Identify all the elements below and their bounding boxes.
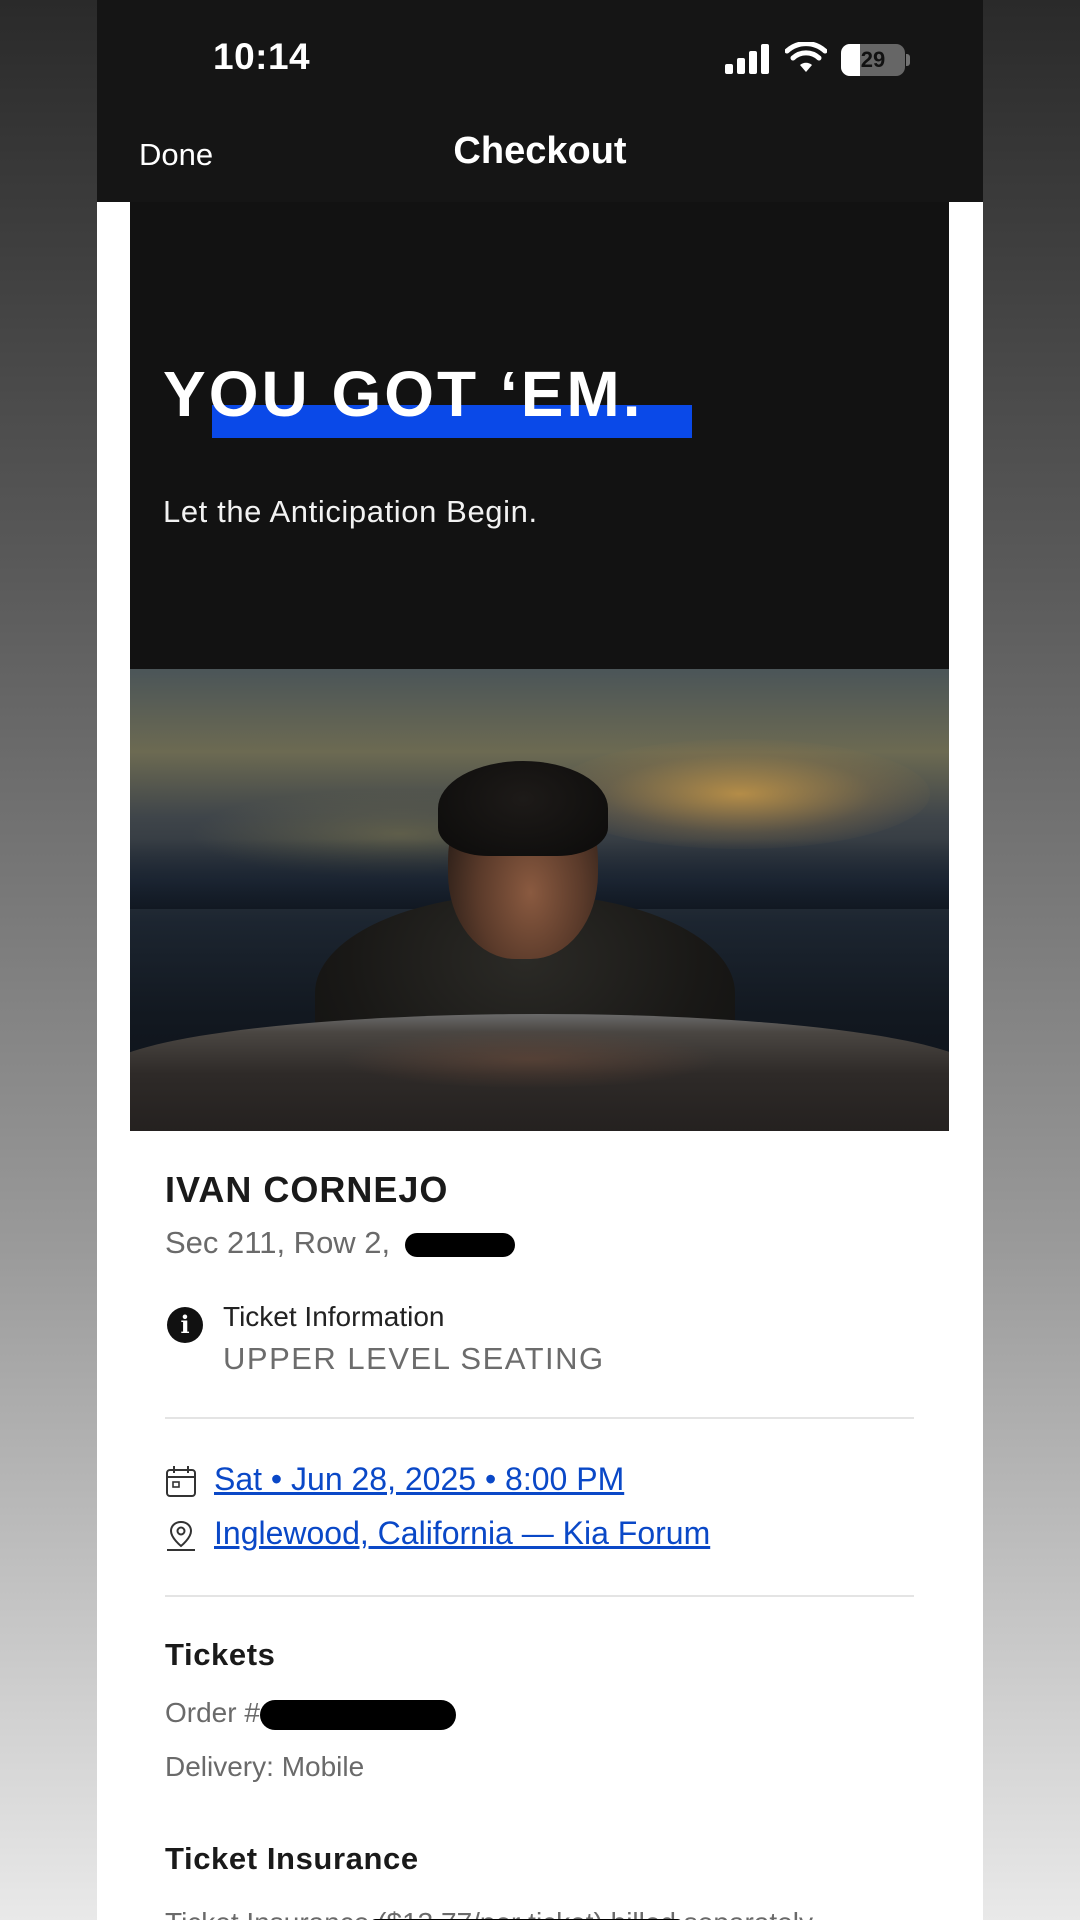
insurance-text-struck: ($13.77/per ticket) billed <box>371 1907 682 1920</box>
calendar-icon <box>166 1466 196 1497</box>
insurance-text-start: Ticket Insurance <box>165 1907 369 1920</box>
event-venue-row[interactable]: Inglewood, California — Kia Forum <box>165 1511 914 1565</box>
event-date-link[interactable]: Sat • Jun 28, 2025 • 8:00 PM <box>214 1461 624 1498</box>
divider <box>165 1417 914 1419</box>
seat-text: Sec 211, Row 2, <box>165 1225 391 1260</box>
artist-photo <box>130 669 949 1131</box>
photo-person-hair <box>438 761 608 856</box>
headline: YOU GOT ‘EM. <box>163 358 644 430</box>
ticket-information: i Ticket Information UPPER LEVEL SEATING <box>165 1301 914 1379</box>
ticket-info-value: UPPER LEVEL SEATING <box>223 1341 605 1376</box>
artist-name: IVAN CORNEJO <box>165 1169 449 1210</box>
event-venue-link[interactable]: Inglewood, California — Kia Forum <box>214 1515 710 1552</box>
page-title: Checkout <box>453 130 627 172</box>
location-pin-icon <box>167 1520 195 1551</box>
battery-level: 29 <box>860 47 886 72</box>
order-number: Order # <box>165 1697 914 1733</box>
cellular-signal-icon <box>725 44 769 74</box>
divider <box>165 1595 914 1597</box>
tickets-heading: Tickets <box>165 1637 276 1672</box>
info-icon: i <box>167 1307 203 1343</box>
battery-indicator: 29 <box>841 44 905 76</box>
insurance-text-end: separately. <box>684 1907 819 1920</box>
insurance-heading: Ticket Insurance <box>165 1841 419 1876</box>
headline-block: YOU GOT ‘EM. <box>163 357 692 438</box>
status-time: 10:14 <box>213 36 311 77</box>
battery-tip <box>906 54 910 66</box>
order-label: Order # <box>165 1697 260 1728</box>
hero-banner: YOU GOT ‘EM. Let the Anticipation Begin. <box>130 202 949 669</box>
confirmation-card: YOU GOT ‘EM. Let the Anticipation Begin.… <box>130 202 949 1920</box>
event-date-row[interactable]: Sat • Jun 28, 2025 • 8:00 PM <box>165 1457 914 1511</box>
redaction-mark <box>404 1232 515 1257</box>
insurance-text: Ticket Insurance ($13.77/per ticket) bil… <box>165 1907 914 1920</box>
ticket-info-label: Ticket Information <box>223 1301 445 1332</box>
top-bar: 10:14 29 Done Checkout <box>97 0 983 202</box>
app-screen: 10:14 29 Done Checkout YOU GOT ‘EM. Let … <box>97 0 983 1920</box>
subheadline: Let the Anticipation Begin. <box>163 494 538 529</box>
wifi-icon <box>785 42 827 72</box>
event-details: IVAN CORNEJO Sec 211, Row 2, i Ticket In… <box>130 1169 949 1920</box>
delivery-method: Delivery: Mobile <box>165 1751 365 1782</box>
seat-info: Sec 211, Row 2, <box>165 1225 914 1265</box>
photo-reflection <box>340 1029 720 1089</box>
redaction-mark <box>259 1699 456 1730</box>
